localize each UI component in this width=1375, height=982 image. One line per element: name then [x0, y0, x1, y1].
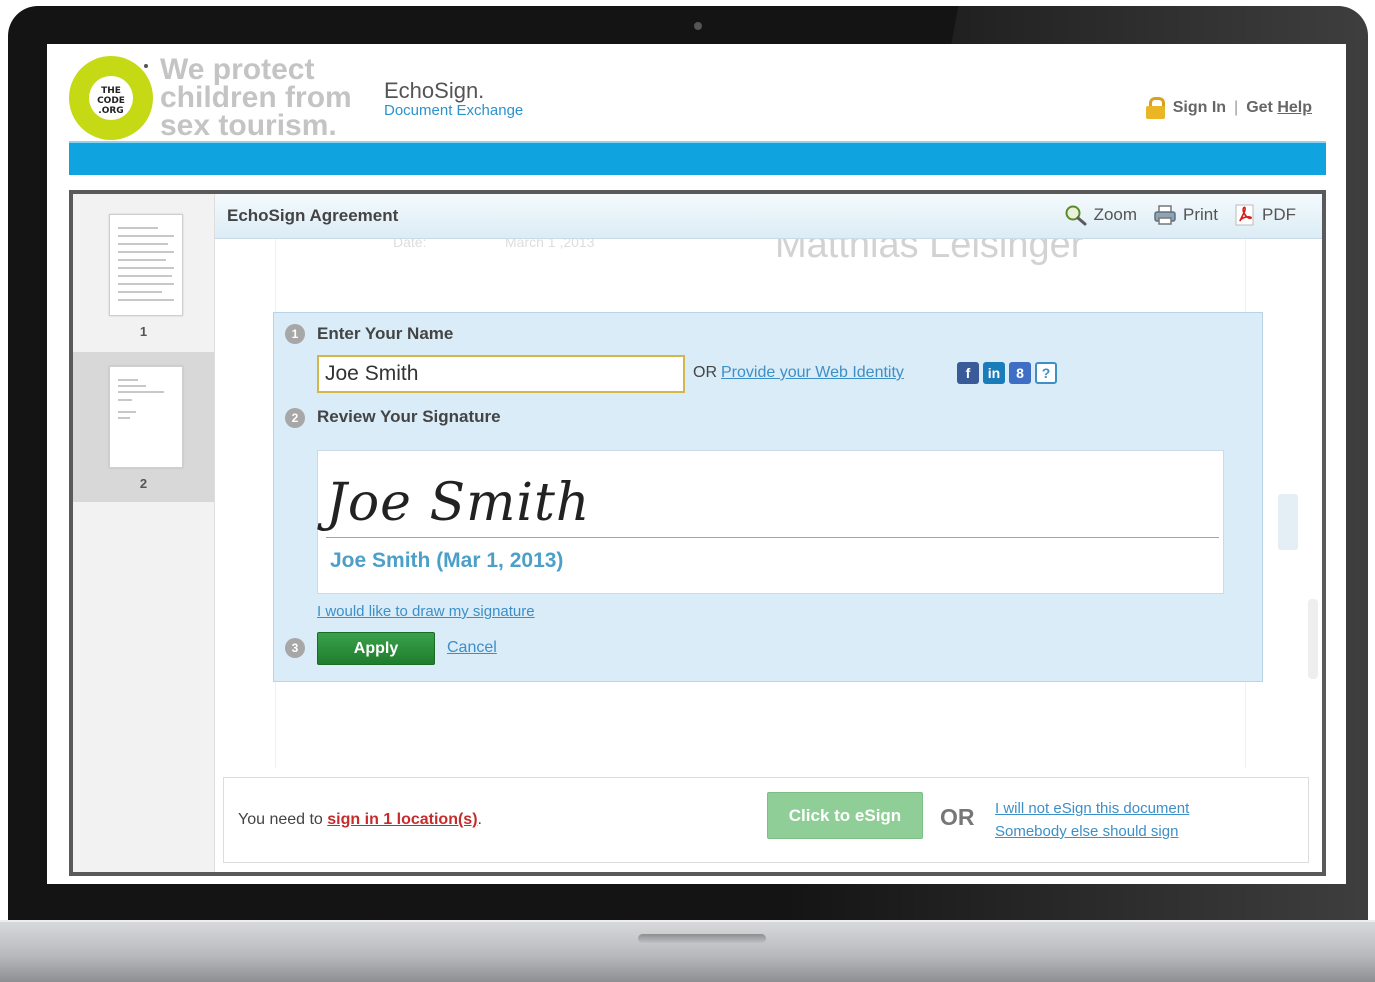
printer-icon [1154, 205, 1176, 225]
facebook-icon[interactable]: f [957, 362, 979, 384]
sign-in-link[interactable]: Sign In [1173, 99, 1226, 117]
tagline: We protect children from sex tourism. [160, 53, 352, 142]
web-identity-link[interactable]: Provide your Web Identity [721, 364, 904, 382]
document-tools: Zoom Print PDF [1064, 204, 1296, 226]
signature-caption: Joe Smith (Mar 1, 2013) [330, 549, 564, 572]
pdf-button[interactable]: PDF [1234, 204, 1296, 226]
thumbnail-image [109, 366, 183, 468]
help-icon[interactable]: ? [1035, 362, 1057, 384]
review-signature-label: Review Your Signature [317, 407, 501, 426]
thumbnail-number: 2 [139, 476, 148, 491]
zoom-icon [1065, 205, 1087, 226]
zoom-button[interactable]: Zoom [1064, 204, 1137, 226]
echosign-brand: EchoSign. [384, 78, 485, 103]
get-help-prefix: Get [1246, 99, 1278, 116]
notice-suffix: . [477, 811, 482, 828]
esign-bar: You need to sign in 1 location(s). Click… [223, 777, 1309, 863]
zoom-label: Zoom [1093, 205, 1138, 224]
linkedin-icon[interactable]: in [983, 362, 1005, 384]
pdf-icon [1235, 204, 1254, 226]
thumbnail-page-2[interactable]: 2 [73, 352, 214, 502]
draw-signature-link[interactable]: I would like to draw my signature [317, 603, 535, 620]
logo-dot [144, 64, 148, 68]
the-code-logo: THE CODE .ORG [69, 56, 153, 140]
document-viewer: 1 2 Date: March 1 ,2013 Matthias Leising… [69, 190, 1326, 876]
or-label: OR [693, 364, 717, 381]
header-blue-bar [69, 141, 1326, 175]
enter-name-label: Enter Your Name [317, 324, 454, 343]
document-toolbar: EchoSign Agreement Zoom Print PDF [215, 194, 1322, 239]
lock-icon [1145, 97, 1165, 119]
signature-line [326, 537, 1219, 538]
help-label: Help [1277, 99, 1312, 116]
step-3-badge: 3 [285, 638, 305, 658]
name-input[interactable] [317, 355, 685, 393]
logo-text: THE CODE .ORG [89, 76, 133, 120]
alternative-actions: I will not eSign this document Somebody … [995, 797, 1189, 843]
cancel-link[interactable]: Cancel [447, 639, 497, 657]
thumbnail-number: 1 [139, 324, 148, 339]
signature-script: Joe Smith [326, 473, 591, 533]
screen: THE CODE .ORG We protect children from s… [47, 44, 1346, 884]
google-icon[interactable]: 8 [1009, 362, 1031, 384]
click-to-esign-button[interactable]: Click to eSign [767, 792, 923, 839]
sign-location-notice: You need to sign in 1 location(s). [238, 811, 482, 829]
step-1-badge: 1 [285, 324, 305, 344]
page-thumbnails: 1 2 [73, 194, 215, 872]
sign-location-link[interactable]: sign in 1 location(s) [327, 811, 477, 828]
laptop-base [0, 920, 1375, 982]
or-separator: OR [940, 804, 975, 830]
side-panel-handle[interactable] [1278, 494, 1298, 550]
laptop-notch [638, 934, 766, 943]
pdf-label: PDF [1262, 205, 1296, 224]
get-help-link[interactable]: Get Help [1246, 99, 1312, 117]
apply-button[interactable]: Apply [317, 632, 435, 665]
signature-preview: Joe Smith Joe Smith (Mar 1, 2013) [317, 450, 1224, 594]
echosign-subtitle: Document Exchange [384, 102, 524, 119]
header-links: Sign In | Get Help [1145, 97, 1312, 119]
header-separator: | [1234, 99, 1239, 116]
notice-prefix: You need to [238, 811, 328, 828]
delegate-signer-link[interactable]: Somebody else should sign [995, 820, 1189, 843]
step-2-badge: 2 [285, 408, 305, 428]
webcam [694, 22, 702, 30]
social-identity-buttons: f in 8 ? [957, 362, 1057, 384]
signature-panel: 1 Enter Your Name OR Provide your Web Id… [273, 312, 1263, 682]
document-title: EchoSign Agreement [227, 206, 399, 225]
thumbnail-image [109, 214, 183, 316]
document-main: Date: March 1 ,2013 Matthias Leisinger E… [215, 194, 1322, 872]
print-button[interactable]: Print [1153, 204, 1218, 226]
decline-esign-link[interactable]: I will not eSign this document [995, 797, 1189, 820]
scrollbar[interactable] [1308, 599, 1318, 679]
print-label: Print [1183, 205, 1218, 224]
thumbnail-page-1[interactable]: 1 [73, 194, 214, 344]
